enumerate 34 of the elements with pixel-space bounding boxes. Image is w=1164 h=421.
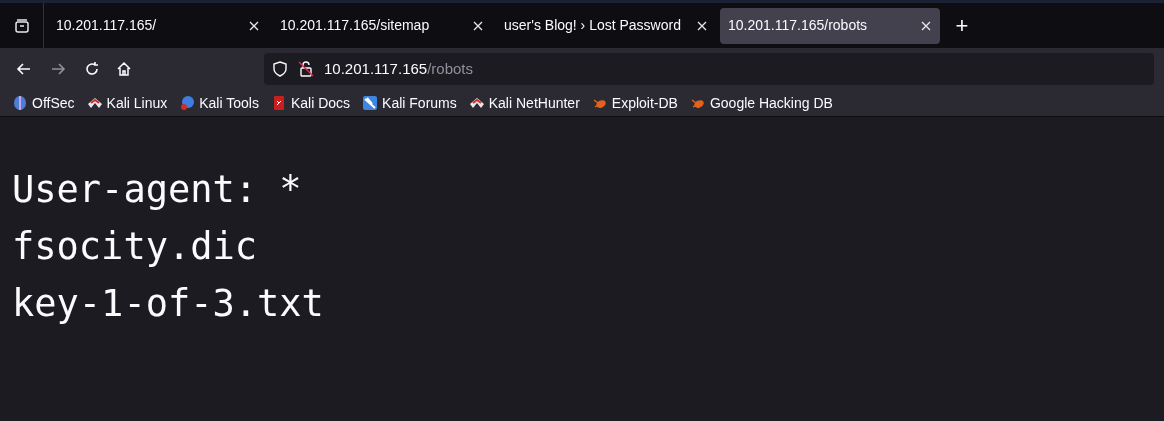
bookmark-item[interactable]: Kali Docs <box>270 92 351 114</box>
bookmark-item[interactable]: Kali Tools <box>179 92 259 114</box>
tab-title: 10.201.117.165/sitemap <box>280 16 430 35</box>
tab-list-icon[interactable] <box>13 17 30 34</box>
robots-text-line: fsocity.dic <box>12 224 258 270</box>
address-bar[interactable]: 10.201.117.165/robots <box>264 53 1154 85</box>
browser-tab[interactable]: 10.201.117.165/robots <box>720 7 940 44</box>
robots-text-line: User-agent: * <box>12 167 302 213</box>
bookmark-item[interactable]: OffSec <box>12 92 75 114</box>
bookmark-item[interactable]: Kali NetHunter <box>468 92 580 114</box>
back-arrow-icon[interactable] <box>16 61 32 77</box>
close-icon[interactable] <box>472 19 484 32</box>
tab-title: user's Blog! › Lost Password <box>504 16 681 35</box>
browser-tab[interactable]: user's Blog! › Lost Password <box>496 7 716 44</box>
bookmark-item[interactable]: Kali Forums <box>362 92 457 114</box>
close-icon[interactable] <box>920 19 932 32</box>
bookmark-item[interactable]: Google Hacking DB <box>689 92 833 114</box>
tab-title: 10.201.117.165/robots <box>728 16 868 35</box>
url-text: 10.201.117.165/robots <box>324 58 473 79</box>
browser-tab[interactable]: 10.201.117.165/ <box>48 7 268 44</box>
browser-tab[interactable]: 10.201.117.165/sitemap <box>272 7 492 44</box>
forward-arrow-icon[interactable] <box>50 61 66 77</box>
new-tab-button[interactable]: + <box>950 13 974 38</box>
bookmark-item[interactable]: Exploit-DB <box>591 92 678 114</box>
orb-icon <box>12 95 28 111</box>
robots-text-line: key-1-of-3.txt <box>12 281 324 327</box>
tab-title: 10.201.117.165/ <box>56 16 157 35</box>
bookmark-item[interactable]: Kali Linux <box>86 92 168 114</box>
shield-icon[interactable] <box>272 61 288 77</box>
home-icon[interactable] <box>116 61 132 77</box>
close-icon[interactable] <box>696 19 708 32</box>
crossed-lock-icon[interactable] <box>298 61 314 77</box>
close-icon[interactable] <box>248 19 260 32</box>
reload-icon[interactable] <box>84 61 100 77</box>
